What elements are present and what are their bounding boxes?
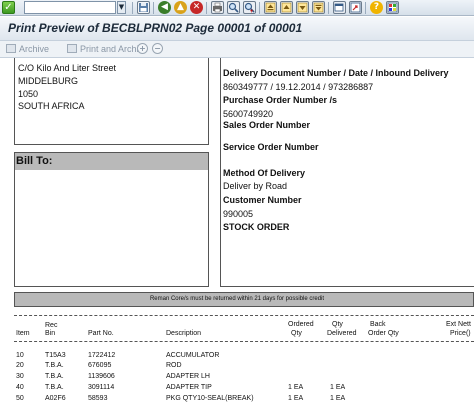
save-icon[interactable] [137,1,150,14]
row-item: 10 [16,352,24,359]
toolbar-separator [206,2,207,14]
customer-number-value: 990005 [223,209,254,219]
row-bin: A02F6 [45,395,66,402]
delivery-doc-label: Delivery Document Number / Date / Inboun… [223,68,449,78]
customer-number-label: Customer Number [223,195,302,205]
command-input[interactable] [25,6,115,18]
print-preview-document: C/O Kilo And Liter Street MIDDELBURG 105… [0,58,474,409]
archive-label: Archive [19,44,50,54]
qty-header-top: Qty [332,321,343,328]
row-item: 30 [16,373,24,380]
price-header: Price() [450,330,471,337]
print-icon[interactable] [211,1,224,14]
standard-toolbar: ✓ ▼ ◀ ▲ ✕ + ? [0,0,474,18]
row-description: ADAPTER LH [166,373,210,380]
find-icon[interactable] [227,1,240,14]
row-part-no: 3091114 [88,384,115,391]
find-next-icon[interactable]: + [243,1,256,15]
table-top-rule [14,315,474,316]
enter-check-icon[interactable]: ✓ [2,1,15,14]
ordered-qty-header: Qty [291,330,302,337]
row-description: ACCUMULATOR [166,352,220,359]
row-bin: T.B.A. [45,362,64,369]
shortcut-icon[interactable] [349,1,362,14]
row-item: 50 [16,395,24,402]
archive-button[interactable]: Archive [6,43,49,56]
ship-from-line: 1050 [18,89,39,99]
print-archive-icon [67,44,77,53]
zoom-out-icon[interactable]: − [152,43,163,54]
row-description: ROD [166,362,182,369]
ship-from-line: C/O Kilo And Liter Street [18,63,117,73]
ordered-header-top: Ordered [288,321,314,328]
last-page-icon[interactable] [312,1,325,14]
application-toolbar: Archive Print and Archive + − [0,41,474,58]
toolbar-separator [365,2,366,14]
description-header: Description [166,330,202,337]
reman-notice-text: Reman Core/s must be returned within 21 … [149,296,325,302]
command-history-dropdown[interactable]: ▼ [117,1,126,14]
svg-text:+: + [250,9,254,14]
row-delivered-qty: 1 EA [330,395,346,402]
row-delivered-qty: 1 EA [330,384,346,391]
zoom-in-icon[interactable]: + [137,43,148,54]
row-bin: T.B.A. [45,373,64,380]
back-order-header-top: Back [370,321,386,328]
purchase-order-label: Purchase Order Number /s [223,95,338,105]
row-item: 40 [16,384,24,391]
row-ordered-qty: 1 EA [288,395,304,402]
bin-header: Bin [45,330,56,337]
row-part-no: 676095 [88,362,112,369]
exit-icon[interactable]: ▲ [174,1,187,14]
sales-order-label: Sales Order Number [223,120,311,130]
print-and-archive-button[interactable]: Print and Archive [67,43,148,56]
row-bin: T.B.A. [45,384,64,391]
toolbar-separator [132,2,133,14]
row-part-no: 1722412 [88,352,116,359]
row-description: PKG QTY10-SEAL(BREAK) [166,395,254,402]
table-header-rule [14,341,474,342]
help-icon[interactable]: ? [370,1,383,14]
delivery-doc-value: 860349777 / 19.12.2014 / 973286887 [223,82,374,92]
page-title: Print Preview of BECBLPRN02 Page 00001 o… [8,21,303,35]
archive-icon [6,44,16,53]
toolbar-separator [153,2,154,14]
next-page-icon[interactable] [296,1,309,14]
method-of-delivery-label: Method Of Delivery [223,168,306,178]
row-item: 20 [16,362,24,369]
row-part-no: 1139606 [88,373,115,380]
item-header: Item [16,330,30,337]
back-icon[interactable]: ◀ [158,1,171,14]
toolbar-separator [328,2,329,14]
ship-from-line: SOUTH AFRICA [18,101,85,111]
row-bin: T15A3 [45,352,66,359]
bill-to-label: Bill To: [16,155,53,167]
cancel-icon[interactable]: ✕ [190,1,203,14]
stock-order-label: STOCK ORDER [223,222,290,232]
qty-delivered-header: Delivered [327,330,357,337]
part-no-header: Part No. [88,330,114,337]
title-bar: Print Preview of BECBLPRN02 Page 00001 o… [0,17,474,41]
toolbar-separator [259,2,260,14]
row-part-no: 58593 [88,395,108,402]
first-page-icon[interactable] [264,1,277,14]
ship-from-line: MIDDELBURG [18,76,79,86]
rec-bin-header-top: Rec [45,322,58,329]
purchase-order-value: 5600749920 [223,109,274,119]
previous-page-icon[interactable] [280,1,293,14]
bill-to-box [14,152,209,287]
command-field[interactable] [24,1,116,18]
create-session-icon[interactable] [333,1,346,14]
row-ordered-qty: 1 EA [288,384,304,391]
ext-nett-header-top: Ext Nett [446,321,471,328]
service-order-label: Service Order Number [223,142,319,152]
row-description: ADAPTER TIP [166,384,212,391]
customize-layout-icon[interactable] [386,1,399,14]
back-order-qty-header: Order Qty [368,330,399,337]
method-of-delivery-value: Deliver by Road [223,181,288,191]
